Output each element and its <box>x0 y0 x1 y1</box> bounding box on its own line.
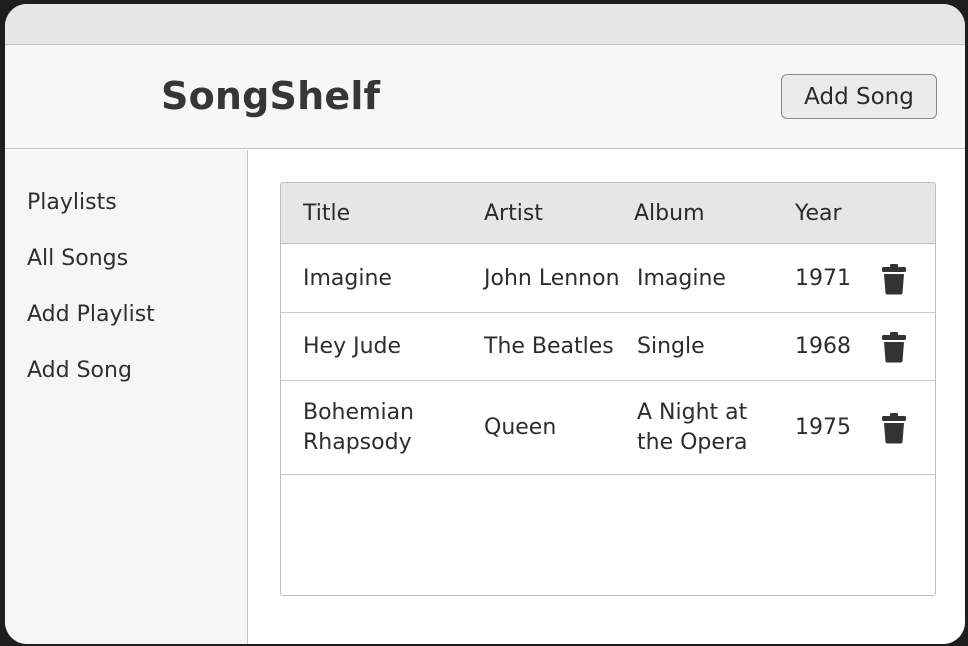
sidebar-item-add-song[interactable]: Add Song <box>27 358 132 383</box>
title-bar <box>5 4 965 45</box>
cell-title: Imagine <box>303 264 392 294</box>
app-title: SongShelf <box>161 74 381 118</box>
cell-artist-line: The Beatles <box>484 334 614 359</box>
column-header-title[interactable]: Title <box>303 201 350 226</box>
delete-song-button[interactable] <box>881 331 907 363</box>
cell-artist: Queen <box>484 413 556 443</box>
cell-year: 1975 <box>795 415 851 440</box>
app-header: SongShelf Add Song <box>5 45 965 149</box>
sidebar-item-add-playlist[interactable]: Add Playlist <box>27 302 155 327</box>
delete-song-button[interactable] <box>881 263 907 295</box>
column-header-year[interactable]: Year <box>795 201 842 226</box>
cell-album: Single <box>637 332 705 362</box>
table-header: Title Artist Album Year <box>281 183 935 244</box>
songs-table: Title Artist Album Year Imagine John Lenn… <box>280 182 936 596</box>
cell-title-line: Rhapsody <box>303 430 412 455</box>
cell-artist-line: John Lennon <box>484 266 620 291</box>
sidebar-item-playlists[interactable]: Playlists <box>27 190 117 215</box>
sidebar-item-all-songs[interactable]: All Songs <box>27 246 128 271</box>
table-row[interactable]: Hey Jude The Beatles Single 1968 <box>281 313 935 381</box>
main-content: Title Artist Album Year Imagine John Lenn… <box>249 150 965 644</box>
cell-album-line: Single <box>637 334 705 359</box>
cell-album-line: the Opera <box>637 430 748 455</box>
cell-title-line: Bohemian <box>303 400 414 425</box>
cell-year: 1971 <box>795 266 851 291</box>
add-song-button[interactable]: Add Song <box>781 74 937 119</box>
cell-album-line: A Night at <box>637 400 748 425</box>
cell-artist: The Beatles <box>484 332 614 362</box>
cell-title-line: Imagine <box>303 266 392 291</box>
trash-icon <box>882 264 906 295</box>
trash-icon <box>882 332 906 363</box>
cell-title: Bohemian Rhapsody <box>303 398 414 458</box>
trash-icon <box>882 413 906 444</box>
cell-album-line: Imagine <box>637 266 726 291</box>
cell-artist: John Lennon <box>484 264 620 294</box>
table-row[interactable]: Imagine John Lennon Imagine 1971 <box>281 244 935 313</box>
sidebar: Playlists All Songs Add Playlist Add Son… <box>5 150 248 644</box>
app-window: SongShelf Add Song Playlists All Songs A… <box>5 4 965 644</box>
cell-album: A Night at the Opera <box>637 398 747 458</box>
column-header-artist[interactable]: Artist <box>484 201 543 226</box>
cell-year: 1968 <box>795 334 851 359</box>
cell-title-line: Hey Jude <box>303 334 402 359</box>
cell-album: Imagine <box>637 264 726 294</box>
column-header-album[interactable]: Album <box>634 201 705 226</box>
cell-artist-line: Queen <box>484 415 557 440</box>
delete-song-button[interactable] <box>881 412 907 444</box>
cell-title: Hey Jude <box>303 332 401 362</box>
table-row[interactable]: Bohemian Rhapsody Queen A Night at the Opera… <box>281 381 935 475</box>
